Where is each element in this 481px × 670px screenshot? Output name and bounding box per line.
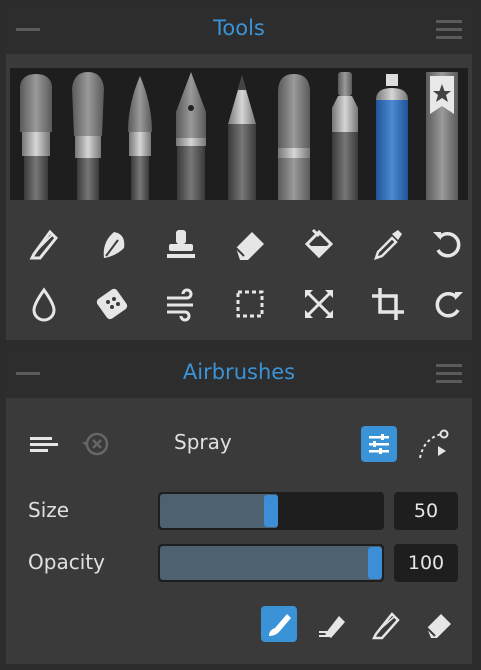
marker-icon[interactable] [278,74,310,200]
panel-menu-icon[interactable] [436,20,462,40]
smudge-pencil-icon[interactable] [24,224,64,264]
marquee-select-icon[interactable] [230,284,270,324]
erase-mode-icon[interactable] [421,606,457,642]
blend-mode-icon[interactable] [315,606,351,642]
tool-row-2 [24,284,464,324]
preset-name[interactable]: Spray [174,430,232,454]
wind-icon[interactable] [161,284,201,324]
tool-row-1 [24,224,464,264]
tools-panel: Tools [6,6,472,340]
flat-brush-icon[interactable] [20,74,52,200]
felt-pen-icon[interactable] [332,72,358,200]
size-slider-handle[interactable] [264,495,278,527]
crop-icon[interactable] [368,284,408,324]
tools-title: Tools [213,16,265,40]
texture-sponge-icon[interactable] [92,284,132,324]
opacity-slider[interactable] [158,544,384,582]
transform-icon[interactable] [299,284,339,324]
airbrushes-titlebar[interactable]: Airbrushes [6,350,472,398]
opacity-value-field[interactable]: 100 [394,544,458,582]
opacity-slider-fill [160,546,382,580]
brush-settings-icon[interactable] [361,426,397,462]
smudge-mode-icon[interactable] [368,606,404,642]
round-brush-icon[interactable] [72,72,104,200]
opacity-label: Opacity [28,550,105,574]
fine-brush-icon[interactable] [128,76,152,200]
size-label: Size [28,498,70,522]
size-slider[interactable] [158,492,384,530]
paint-mode-icon[interactable] [261,606,297,642]
fill-bucket-icon[interactable] [299,224,339,264]
favorites-icon[interactable] [426,72,458,200]
stamp-icon[interactable] [161,224,201,264]
size-value-field[interactable]: 50 [394,492,458,530]
tools-titlebar[interactable]: Tools [6,6,472,54]
eraser-icon[interactable] [230,224,270,264]
airbrush-icon[interactable] [376,74,408,200]
ink-pen-icon[interactable] [176,72,206,200]
redo-icon[interactable] [428,284,468,324]
stroke-path-icon[interactable] [414,426,450,462]
opacity-slider-handle[interactable] [368,547,382,579]
water-drop-icon[interactable] [24,284,64,324]
reset-preset-icon[interactable] [78,426,114,462]
blend-leaf-icon[interactable] [92,224,132,264]
panel-menu-icon[interactable] [436,364,462,384]
size-slider-fill [160,494,278,528]
pencil-icon[interactable] [228,76,256,200]
airbrushes-panel: Airbrushes Spray Size 50 Opacity 100 [6,350,472,664]
undo-icon[interactable] [428,224,468,264]
brush-rack [10,68,468,200]
preset-list-icon[interactable] [26,426,62,462]
eyedropper-icon[interactable] [368,224,408,264]
airbrushes-title: Airbrushes [182,360,296,384]
